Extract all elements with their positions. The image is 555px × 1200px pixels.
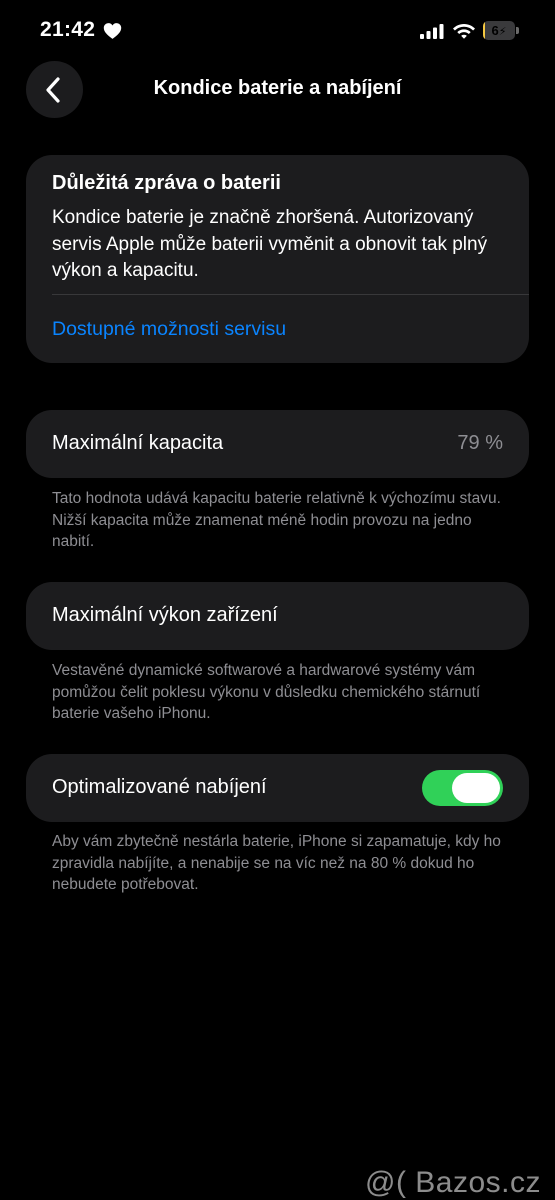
battery-tip	[516, 27, 519, 34]
max-capacity-label: Maximální kapacita	[52, 432, 224, 454]
optimized-charging-footnote: Aby vám zbytečně nestárla baterie, iPhon…	[52, 833, 501, 893]
status-bar: 21:42 6⚡	[0, 0, 555, 60]
wifi-icon	[453, 24, 475, 39]
battery-icon: 6⚡	[483, 21, 520, 40]
status-time: 21:42	[40, 18, 96, 41]
max-capacity-footnote: Tato hodnota udává kapacitu baterie rela…	[52, 490, 501, 550]
optimized-charging-toggle[interactable]	[422, 770, 503, 806]
max-capacity-row: Maximální kapacita 79 %	[26, 410, 529, 478]
toggle-knob[interactable]	[452, 773, 500, 803]
back-button[interactable]	[26, 61, 83, 118]
optimized-charging-row: Optimalizované nabíjení	[26, 754, 529, 822]
important-message-card: Důležitá zpráva o baterii Kondice bateri…	[26, 155, 529, 363]
battery-body: 6⚡	[483, 21, 515, 40]
important-message-body: Kondice baterie je značně zhoršená. Auto…	[52, 207, 488, 281]
battery-percentage: 6⚡	[491, 23, 507, 38]
optimized-charging-label: Optimalizované nabíjení	[52, 776, 267, 798]
watermark: @( Bazos.cz	[365, 1166, 541, 1199]
peak-performance-label: Maximální výkon zařízení	[52, 604, 278, 626]
screen: 21:42 6⚡ Kondice baterie a nabíjení Důle…	[0, 0, 555, 1200]
important-message-title: Důležitá zpráva o baterii	[52, 172, 281, 194]
peak-performance-footnote: Vestavěné dynamické softwarové a hardwar…	[52, 662, 481, 722]
heart-icon	[103, 23, 122, 39]
divider	[52, 294, 529, 295]
max-capacity-value: 79 %	[457, 432, 503, 454]
page-title: Kondice baterie a nabíjení	[153, 77, 402, 99]
service-options-link[interactable]: Dostupné možnosti servisu	[52, 318, 286, 341]
peak-performance-row[interactable]: Maximální výkon zařízení	[26, 582, 529, 650]
cellular-signal-icon	[420, 24, 444, 39]
chevron-left-icon	[46, 77, 60, 103]
